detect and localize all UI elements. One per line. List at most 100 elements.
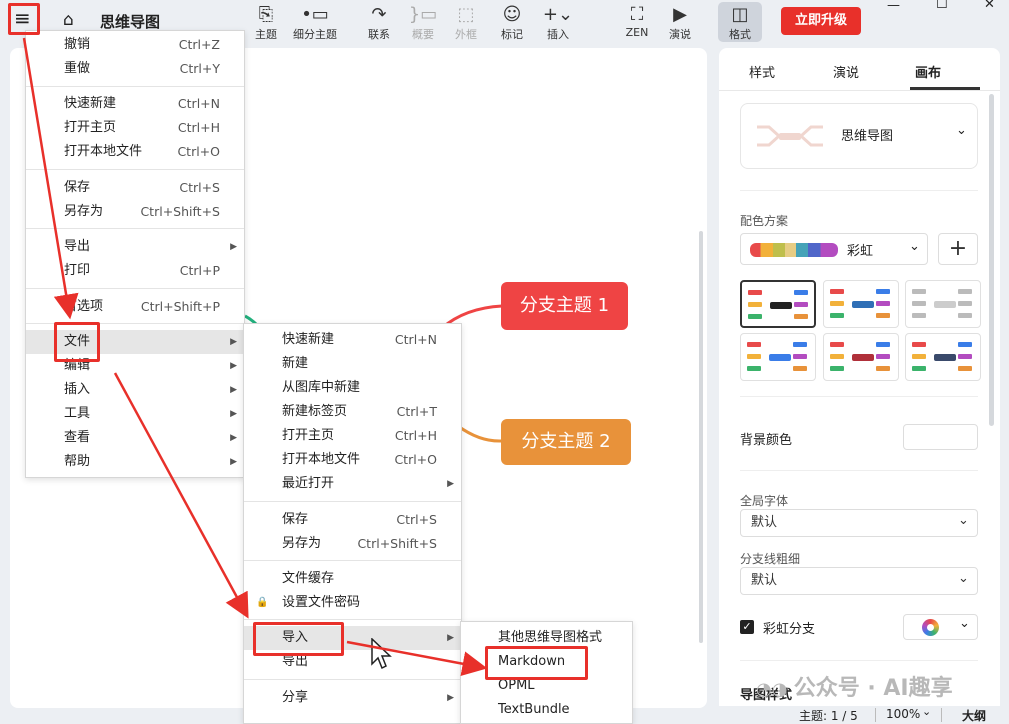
menu-item[interactable]: 另存为 Ctrl+Shift+S bbox=[26, 200, 244, 224]
close-button[interactable]: ✕ bbox=[984, 0, 995, 12]
menu-item-label: 新建 bbox=[282, 356, 309, 371]
theme-branches bbox=[747, 342, 807, 371]
menu-item[interactable]: 撤销 Ctrl+Z bbox=[26, 33, 244, 57]
tool-subtopic-button[interactable]: •▭ 细分主题 bbox=[293, 4, 337, 42]
tool-relationship-button[interactable]: ↷ 联系 bbox=[357, 4, 401, 42]
tool-label: 标记 bbox=[501, 28, 523, 41]
branch-width-select[interactable]: 默认 ⌄ bbox=[740, 567, 978, 595]
menu-item-label: 分享 bbox=[282, 690, 309, 705]
tool-format-panel-button[interactable]: ◫ 格式 bbox=[718, 2, 762, 42]
global-font-select[interactable]: 默认 ⌄ bbox=[740, 509, 978, 537]
theme-thumbnail[interactable] bbox=[823, 333, 899, 381]
theme-thumbnail[interactable] bbox=[740, 333, 816, 381]
chevron-right-icon: ▶ bbox=[447, 693, 454, 703]
highlight-menu-button bbox=[8, 3, 40, 35]
theme-thumbnail[interactable] bbox=[905, 333, 981, 381]
topic-icon: ⎘ bbox=[258, 4, 274, 25]
menu-item[interactable]: 首选项 Ctrl+Shift+P bbox=[26, 295, 244, 319]
tool-summary-button[interactable]: }▭ 概要 bbox=[401, 4, 445, 42]
menu-separator bbox=[244, 560, 461, 561]
menu-item[interactable]: 新建标签页 Ctrl+T bbox=[244, 400, 461, 424]
menu-item-label: 打开本地文件 bbox=[282, 452, 361, 467]
menu-item-shortcut: Ctrl+P bbox=[179, 263, 220, 278]
rainbow-color-picker[interactable]: ⌄ bbox=[903, 614, 978, 640]
structure-label: 思维导图 bbox=[841, 129, 894, 144]
tool-present-button[interactable]: ▶ 演说 bbox=[658, 4, 702, 42]
boundary-icon: ⬚ bbox=[457, 4, 475, 25]
branch-topic-2[interactable]: 分支主题 2 bbox=[501, 419, 631, 465]
menu-item[interactable]: 导出 ▶ bbox=[26, 235, 244, 259]
menu-item[interactable]: 分享 ▶ bbox=[244, 686, 461, 710]
menu-item[interactable]: 从图库中新建 bbox=[244, 376, 461, 400]
theme-thumbnail[interactable] bbox=[905, 280, 981, 328]
add-scheme-button[interactable]: + bbox=[938, 233, 978, 265]
menu-item-label: 撤销 bbox=[64, 37, 91, 52]
menu-item[interactable]: 快速新建 Ctrl+N bbox=[26, 92, 244, 116]
tab-1[interactable]: 演说 bbox=[833, 62, 859, 81]
menu-item[interactable]: 打印 Ctrl+P bbox=[26, 259, 244, 283]
menu-item[interactable]: 另存为 Ctrl+Shift+S bbox=[244, 532, 461, 556]
menu-item-shortcut: Ctrl+H bbox=[177, 120, 220, 135]
menu-item-shortcut: Ctrl+T bbox=[396, 404, 437, 419]
menu-item[interactable]: TextBundle bbox=[461, 698, 632, 722]
tool-label: 主题 bbox=[255, 28, 277, 41]
tool-boundary-button[interactable]: ⬚ 外框 bbox=[444, 4, 488, 42]
menu-item-label: 重做 bbox=[64, 61, 91, 76]
menu-separator bbox=[244, 619, 461, 620]
menu-item[interactable]: 打开本地文件 Ctrl+O bbox=[244, 448, 461, 472]
chevron-right-icon: ▶ bbox=[230, 457, 237, 467]
chevron-right-icon: ▶ bbox=[447, 633, 454, 643]
minimize-button[interactable]: — bbox=[887, 0, 900, 13]
tool-label: 概要 bbox=[412, 28, 434, 41]
tool-topic-button[interactable]: ⎘ 主题 bbox=[244, 4, 288, 42]
menu-item[interactable]: 新建 bbox=[244, 352, 461, 376]
tool-label: 细分主题 bbox=[293, 28, 337, 41]
menu-item[interactable]: 最近打开 ▶ bbox=[244, 472, 461, 496]
menu-item[interactable]: 设置文件密码 🔒 bbox=[244, 591, 461, 615]
tool-zen-button[interactable]: ⛶ ZEN bbox=[615, 4, 659, 39]
main-menu: 撤销 Ctrl+Z 重做 Ctrl+Y 快速新建 Ctrl+N 打开主页 Ctrl+H 打开本地… bbox=[25, 30, 245, 478]
menu-item[interactable]: 文件缓存 bbox=[244, 567, 461, 591]
menu-item[interactable]: 打开主页 Ctrl+H bbox=[26, 116, 244, 140]
menu-item[interactable]: 查看 ▶ bbox=[26, 426, 244, 450]
menu-item[interactable]: 打开本地文件 Ctrl+O bbox=[26, 140, 244, 164]
menu-item[interactable]: 保存 Ctrl+S bbox=[244, 508, 461, 532]
highlight-import-item bbox=[253, 622, 344, 656]
menu-item[interactable]: 打开主页 Ctrl+H bbox=[244, 424, 461, 448]
tool-insert-button[interactable]: +⌄ 插入 bbox=[536, 4, 580, 42]
chevron-down-icon: ⌄ bbox=[959, 616, 970, 631]
menu-item-label: 另存为 bbox=[64, 204, 104, 219]
menu-item[interactable]: 插入 ▶ bbox=[26, 378, 244, 402]
home-icon[interactable]: ⌂ bbox=[63, 10, 74, 30]
menu-item-label: 插入 bbox=[64, 382, 91, 397]
chevron-down-icon: ⌄ bbox=[909, 239, 920, 254]
canvas-scrollbar[interactable] bbox=[699, 231, 703, 643]
color-wheel-icon bbox=[922, 619, 939, 636]
menu-item[interactable]: 工具 ▶ bbox=[26, 402, 244, 426]
theme-thumbnail[interactable] bbox=[740, 280, 816, 328]
chevron-right-icon: ▶ bbox=[230, 409, 237, 419]
bg-color-swatch[interactable] bbox=[903, 424, 978, 450]
chevron-down-icon[interactable]: ⌄ bbox=[922, 705, 931, 718]
tab-0[interactable]: 样式 bbox=[749, 62, 775, 81]
menu-item[interactable]: 保存 Ctrl+S bbox=[26, 176, 244, 200]
tab-2[interactable]: 画布 bbox=[915, 62, 941, 81]
rainbow-branch-checkbox[interactable]: ✓ bbox=[740, 620, 754, 634]
branch-topic-1[interactable]: 分支主题 1 bbox=[501, 282, 628, 330]
menu-item[interactable]: 帮助 ▶ bbox=[26, 450, 244, 474]
menu-item[interactable]: 快速新建 Ctrl+N bbox=[244, 328, 461, 352]
structure-card[interactable]: 思维导图 ⌄ bbox=[740, 103, 978, 169]
maximize-button[interactable]: ☐ bbox=[936, 0, 948, 12]
menu-item[interactable]: 重做 Ctrl+Y bbox=[26, 57, 244, 81]
outline-button[interactable]: 大纲 bbox=[962, 707, 986, 724]
insert-icon: +⌄ bbox=[542, 4, 574, 25]
upgrade-button[interactable]: 立即升级 bbox=[781, 7, 861, 35]
color-scheme-select[interactable]: 彩虹 ⌄ bbox=[740, 233, 928, 265]
panel-scrollbar[interactable] bbox=[989, 94, 994, 426]
theme-thumbnail[interactable] bbox=[823, 280, 899, 328]
highlight-markdown-item bbox=[485, 646, 588, 680]
highlight-file-item bbox=[54, 322, 100, 362]
zoom-level[interactable]: 100% bbox=[886, 707, 920, 721]
tool-marker-button[interactable]: ☺ 标记 bbox=[490, 4, 534, 42]
tool-label: 格式 bbox=[729, 28, 751, 41]
